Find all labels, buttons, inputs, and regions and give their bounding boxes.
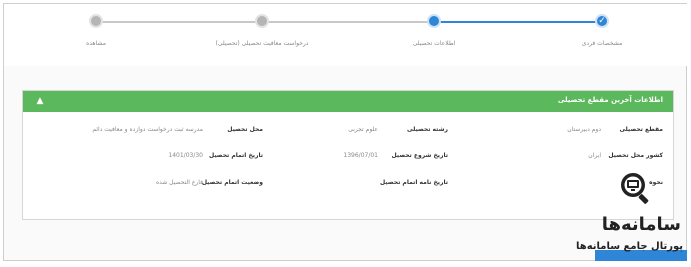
status-label: محل تحصیل [227,126,263,133]
start-date-label: تاریخ شروع تحصیل [391,152,448,159]
panel-title: اطلاعات آخرین مقطع تحصیلی [557,96,663,104]
step-connector-done [436,21,602,23]
end-date-value: 1401/03/30 [168,152,203,159]
step-2-indicator[interactable] [427,14,441,28]
status-value: مدرسه ثبت درخواست دوازده و معافیت دائم [92,126,203,133]
field-value: علوم تجربی [348,126,378,133]
field-label: رشته تحصیلی [407,126,448,133]
step-1-check-icon[interactable]: ✓ [595,14,609,28]
watermark-title: سامانه‌ها [601,214,681,235]
step-2-label: اطلاعات تحصیلی [412,40,456,47]
step-3-indicator[interactable] [255,14,269,28]
watermark: سامانه‌ها پورتال جامع سامانه‌ها [575,170,687,258]
country-label: کشور محل تحصیل [608,152,663,159]
step-3-label: درخواست معافیت تحصیلی (تحصیلی) [215,40,309,47]
start-date-value: 1396/07/01 [343,152,378,159]
grade-label: مقطع تحصیلی [619,126,663,133]
panel-header: اطلاعات آخرین مقطع تحصیلی ▲ [23,91,673,112]
collapse-icon[interactable]: ▲ [33,94,47,108]
cert-date-label: تاریخ نامه اتمام تحصیل [380,179,448,186]
step-1-label: مشخصات فردی [581,40,623,47]
country-value: ایران [588,152,601,159]
grade-value: دوم دبیرستان [567,126,601,133]
step-4-indicator[interactable] [89,14,103,28]
step-4-label: مشاهده [86,40,106,47]
end-status-value: فارغ التحصیل شده [155,179,203,186]
end-date-label: تاریخ اتمام تحصیل [209,152,263,159]
progress-stepper: ✓ مشخصات فردی اطلاعات تحصیلی درخواست معا… [4,4,688,66]
check-icon: ✓ [598,16,606,26]
watermark-subtitle: پورتال جامع سامانه‌ها [576,241,683,252]
end-status-label: وضعیت اتمام تحصیل [201,179,263,186]
magnifier-monitor-icon [621,173,649,204]
